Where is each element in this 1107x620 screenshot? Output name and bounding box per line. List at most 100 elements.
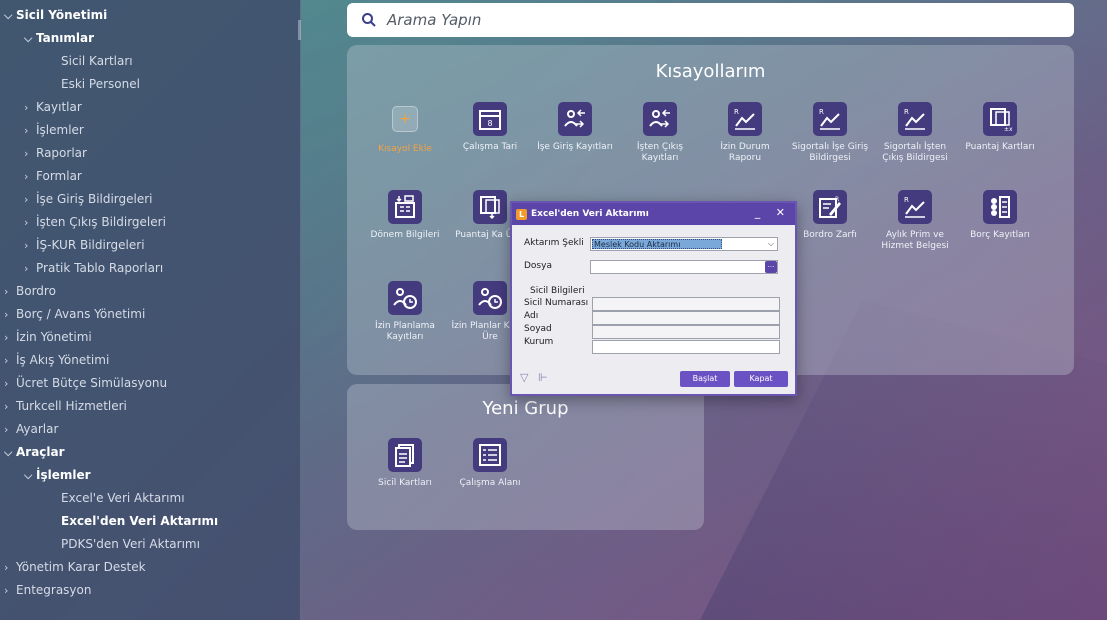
sidebar-item-kayitlar[interactable]: › Kayıtlar (24, 96, 82, 118)
tile-puantaj-kartlari[interactable]: ±x Puantaj Kartları (958, 102, 1042, 153)
tile-izin-durum-raporu[interactable]: R İzin Durum Raporu (703, 102, 787, 164)
sidebar-item-formlar[interactable]: › Formlar (24, 165, 82, 187)
tile-sicil-kartlari[interactable]: Sicil Kartları (363, 438, 447, 489)
sidebar-item-label: Borç / Avans Yönetimi (16, 307, 146, 321)
search-icon (362, 13, 376, 27)
transfer-type-label: Aktarım Şekli (524, 238, 584, 248)
tile-ise-giris-kayitlari[interactable]: İşe Giriş Kayıtları (533, 102, 617, 153)
sidebar-item-ucret-butce[interactable]: › Ücret Bütçe Simülasyonu (4, 372, 167, 394)
chevron-right-icon: › (4, 584, 9, 597)
cards-icon (388, 438, 422, 472)
tile-label: Çalışma Alanı (459, 478, 521, 488)
start-button[interactable]: Başlat (680, 371, 730, 387)
window-controls[interactable]: _ ✕ (755, 206, 791, 219)
sidebar-scrollbar[interactable] (298, 20, 301, 40)
chevron-right-icon: › (24, 262, 29, 275)
sidebar-item-borc-avans[interactable]: › Borç / Avans Yönetimi (4, 303, 145, 325)
sidebar-item-ayarlar[interactable]: › Ayarlar (4, 418, 58, 440)
report-chart-icon: R (813, 102, 847, 136)
sidebar-item-ise-giris-bildirgeleri[interactable]: › İşe Giriş Bildirgeleri (24, 188, 153, 210)
sidebar-item-turkcell[interactable]: › Turkcell Hizmetleri (4, 395, 127, 417)
svg-text:R: R (904, 196, 909, 204)
sidebar-item-iskur-bildirgeleri[interactable]: › İŞ-KUR Bildirgeleri (24, 234, 145, 256)
tile-label: İşe Giriş Kayıtları (537, 142, 613, 152)
sidebar-item-araclar[interactable]: ⌵ Araçlar (4, 441, 65, 463)
tile-aylik-prim-hizmet[interactable]: R Aylık Prim ve Hizmet Belgesi (873, 190, 957, 252)
tile-isten-cikis-kayitlari[interactable]: İşten Çıkış Kayıtları (618, 102, 702, 164)
period-icon (388, 190, 422, 224)
tile-label: Bordro Zarfı (803, 230, 857, 240)
tile-sigortali-isten-cikis[interactable]: R Sigortalı İşten Çıkış Bildirgesi (873, 102, 957, 164)
sidebar-item-raporlar[interactable]: › Raporlar (24, 142, 87, 164)
tile-label: İzin Planlama Kayıtları (375, 321, 435, 342)
chevron-down-icon: ⌵ (767, 239, 774, 248)
transfer-type-select[interactable]: Meslek Kodu Aktarımı ⌵ (590, 237, 778, 251)
sidebar-item-label: Sicil Yönetimi (16, 8, 108, 22)
chevron-right-icon: › (24, 239, 29, 252)
sidebar-item-sicil-kartlari[interactable]: Sicil Kartları (61, 50, 133, 72)
tree-icon[interactable]: ⊩ (538, 371, 548, 384)
person-clock-icon (473, 281, 507, 315)
sidebar-item-tanimlar[interactable]: ⌵ Tanımlar (24, 27, 94, 49)
sidebar-item-bordro[interactable]: › Bordro (4, 280, 56, 302)
chevron-right-icon: › (24, 147, 29, 160)
sidebar-item-sicil-yonetimi[interactable]: ⌵ Sicil Yönetimi (4, 4, 107, 26)
chevron-down-icon: ⌵ (24, 469, 33, 482)
sidebar-item-isten-cikis-bildirgeleri[interactable]: › İşten Çıkış Bildirgeleri (24, 211, 166, 233)
tile-donem-bilgileri[interactable]: Dönem Bilgileri (363, 190, 447, 241)
sicil-no-field[interactable] (592, 297, 780, 311)
browse-button[interactable]: ... (765, 261, 777, 273)
sidebar-item-label: İşlemler (36, 468, 91, 482)
sidebar-item-araclar-islemler[interactable]: ⌵ İşlemler (24, 464, 91, 486)
sidebar-nav: ⌵ Sicil Yönetimi ⌵ Tanımlar Sicil Kartları… (0, 0, 301, 620)
filter-icon[interactable]: ▽ (520, 371, 528, 384)
sidebar-item-islemler[interactable]: › İşlemler (24, 119, 84, 141)
close-button[interactable]: Kapat (734, 371, 788, 387)
dialog-title-bar[interactable]: L Excel'den Veri Aktarımı _ ✕ (512, 203, 795, 225)
sidebar-item-entegrasyon[interactable]: › Entegrasyon (4, 579, 91, 601)
person-clock-icon (388, 281, 422, 315)
sidebar-item-pdksden-veri[interactable]: PDKS'den Veri Aktarımı (61, 533, 200, 555)
company-field[interactable] (592, 340, 780, 354)
tile-label: Puantaj Kartları (965, 142, 1035, 152)
sidebar-item-label: Araçlar (16, 445, 65, 459)
sidebar-item-label: Ücret Bütçe Simülasyonu (16, 376, 168, 390)
sidebar-item-izin-yonetimi[interactable]: › İzin Yönetimi (4, 326, 92, 348)
search-bar[interactable]: Arama Yapın (347, 3, 1074, 37)
chevron-right-icon: › (4, 561, 9, 574)
chevron-right-icon: › (4, 285, 9, 298)
chevron-right-icon: › (4, 354, 9, 367)
svg-text:R: R (835, 196, 839, 203)
tile-calisma-takvimi[interactable]: 8 Çalışma Tari (448, 102, 532, 153)
person-out-icon (643, 102, 677, 136)
surname-field[interactable] (592, 325, 780, 339)
transfer-type-value: Meslek Kodu Aktarımı (592, 239, 722, 249)
tile-kisayol-ekle[interactable]: + Kısayol Ekle (363, 102, 447, 155)
sicil-no-label: Sicil Numarası (524, 298, 589, 308)
tile-label: Sigortalı İşe Giriş Bildirgesi (791, 142, 869, 163)
chevron-right-icon: › (4, 331, 9, 344)
tile-izin-planlama-kayitlari[interactable]: İzin Planlama Kayıtları (363, 281, 447, 343)
excel-import-dialog: L Excel'den Veri Aktarımı _ ✕ Aktarım Şe… (510, 201, 797, 396)
list-check-icon (983, 190, 1017, 224)
sidebar-item-label: İşten Çıkış Bildirgeleri (36, 215, 166, 229)
search-input[interactable]: Arama Yapın (387, 11, 481, 29)
plus-icon: + (392, 106, 418, 132)
section-label: Sicil Bilgileri (530, 286, 585, 296)
chevron-right-icon: › (24, 170, 29, 183)
tile-bordro-zarfi[interactable]: R Bordro Zarfı (788, 190, 872, 241)
name-field[interactable] (592, 311, 780, 325)
sidebar-item-eski-personel[interactable]: Eski Personel (61, 73, 140, 95)
sidebar-item-yonetim-karar[interactable]: › Yönetim Karar Destek (4, 556, 146, 578)
sidebar-item-excelden-veri[interactable]: Excel'den Veri Aktarımı (61, 510, 218, 532)
chevron-down-icon: ⌵ (4, 9, 13, 22)
tile-sigortali-ise-giris[interactable]: R Sigortalı İşe Giriş Bildirgesi (788, 102, 872, 164)
tile-borc-kayitlari[interactable]: Borç Kayıtları (958, 190, 1042, 241)
sidebar-item-pratik-tablo-raporlari[interactable]: › Pratik Tablo Raporları (24, 257, 163, 279)
tile-label: İşten Çıkış Kayıtları (636, 142, 684, 163)
tile-calisma-alani[interactable]: Çalışma Alanı (448, 438, 532, 489)
sidebar-item-excele-veri[interactable]: Excel'e Veri Aktarımı (61, 487, 185, 509)
sidebar-item-is-akis[interactable]: › İş Akış Yönetimi (4, 349, 109, 371)
file-input[interactable] (590, 260, 778, 274)
tile-label: Sicil Kartları (378, 478, 432, 488)
